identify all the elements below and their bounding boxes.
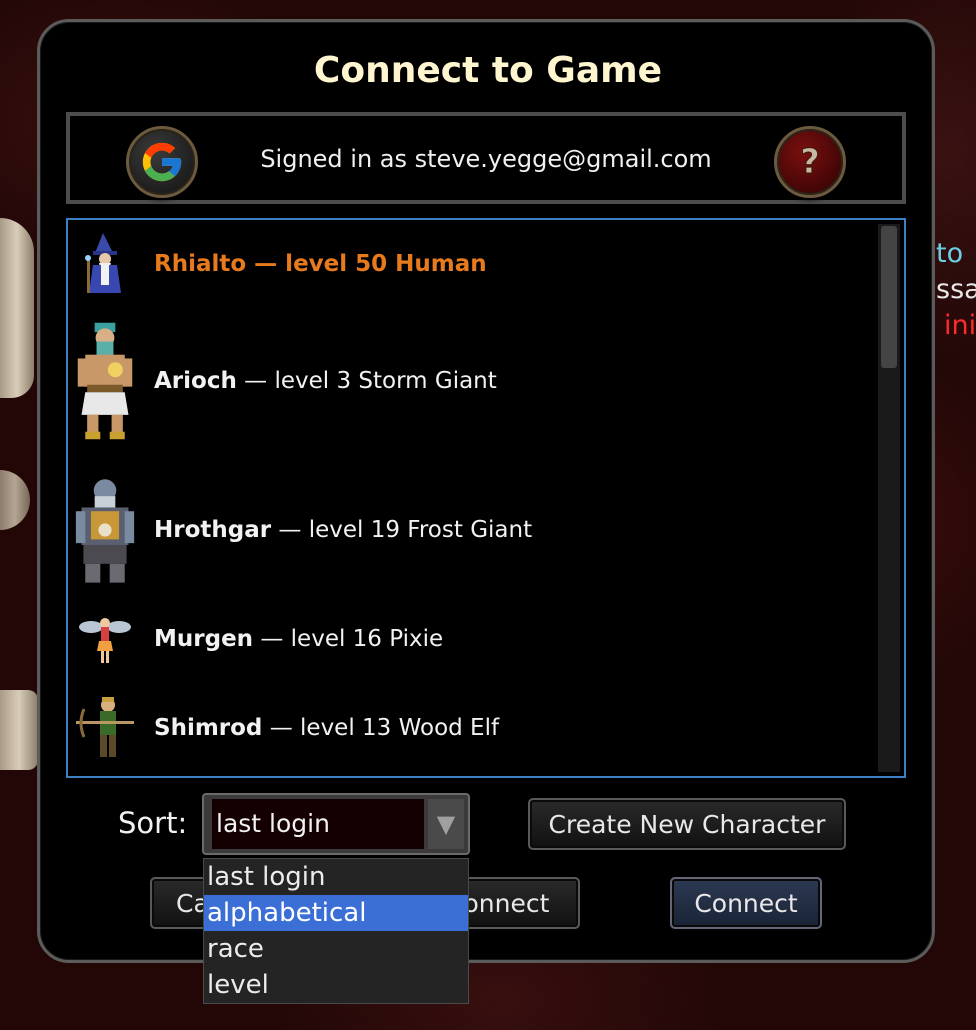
background-text: to xyxy=(936,238,964,269)
character-detail: — level 13 Wood Elf xyxy=(262,715,500,741)
background-text: ini xyxy=(944,310,976,341)
character-detail: — level 50 Human xyxy=(246,251,487,277)
list-scrollbar[interactable] xyxy=(878,224,900,772)
character-label: Arioch — level 3 Storm Giant xyxy=(154,368,497,394)
background-logo-fragment xyxy=(0,470,30,530)
wizard-sprite xyxy=(74,231,136,297)
character-row-rhialto[interactable]: Rhialto — level 50 Human xyxy=(74,230,874,298)
dialog-title: Connect to Game xyxy=(313,50,663,91)
character-name: Rhialto xyxy=(154,251,247,277)
svg-text:?: ? xyxy=(800,142,820,182)
background-logo-fragment xyxy=(0,690,38,770)
create-character-button[interactable]: Create New Character xyxy=(528,798,846,850)
character-label: Shimrod — level 13 Wood Elf xyxy=(154,715,499,741)
signin-panel: Signed in as steve.yegge@gmail.com ? xyxy=(66,112,906,204)
sort-select[interactable]: last login ▼ xyxy=(202,793,470,855)
sort-selected-value: last login xyxy=(212,799,424,849)
background-text: ssa xyxy=(936,274,976,305)
character-label: Rhialto — level 50 Human xyxy=(154,251,487,277)
character-name: Shimrod xyxy=(154,715,263,741)
character-list[interactable]: Rhialto — level 50 Human Arioch — level … xyxy=(66,218,906,778)
character-row-hrothgar[interactable]: Hrothgar — level 19 Frost Giant xyxy=(74,470,874,590)
connect-button[interactable]: Connect xyxy=(670,877,822,929)
question-mark-icon: ? xyxy=(800,142,821,182)
character-name: Murgen xyxy=(154,626,254,652)
sort-option-last-login[interactable]: last login xyxy=(204,859,468,895)
character-row-arioch[interactable]: Arioch — level 3 Storm Giant xyxy=(74,316,874,446)
character-row-shimrod[interactable]: Shimrod — level 13 Wood Elf xyxy=(74,694,874,762)
character-detail: — level 19 Frost Giant xyxy=(271,517,533,543)
character-detail: — level 16 Pixie xyxy=(253,626,444,652)
wood-elf-sprite xyxy=(74,695,136,761)
frost-giant-sprite xyxy=(74,470,136,590)
sort-option-alphabetical[interactable]: alphabetical xyxy=(204,895,468,931)
scroll-thumb[interactable] xyxy=(881,226,897,368)
character-row-murgen[interactable]: Murgen — level 16 Pixie xyxy=(74,612,874,666)
pixie-sprite xyxy=(74,613,136,665)
sort-option-level[interactable]: level xyxy=(204,967,468,1003)
chevron-down-icon[interactable]: ▼ xyxy=(428,799,464,849)
storm-giant-sprite xyxy=(74,317,136,445)
sort-option-race[interactable]: race xyxy=(204,931,468,967)
background-logo-fragment xyxy=(0,218,34,398)
help-button[interactable]: ? xyxy=(774,126,846,198)
sort-dropdown-menu: last login alphabetical race level xyxy=(203,858,469,1004)
character-name: Hrothgar xyxy=(154,517,272,543)
character-label: Hrothgar — level 19 Frost Giant xyxy=(154,517,532,543)
sort-label: Sort: xyxy=(118,806,188,840)
character-name: Arioch xyxy=(154,368,237,394)
character-detail: — level 3 Storm Giant xyxy=(236,368,497,394)
character-label: Murgen — level 16 Pixie xyxy=(154,626,443,652)
